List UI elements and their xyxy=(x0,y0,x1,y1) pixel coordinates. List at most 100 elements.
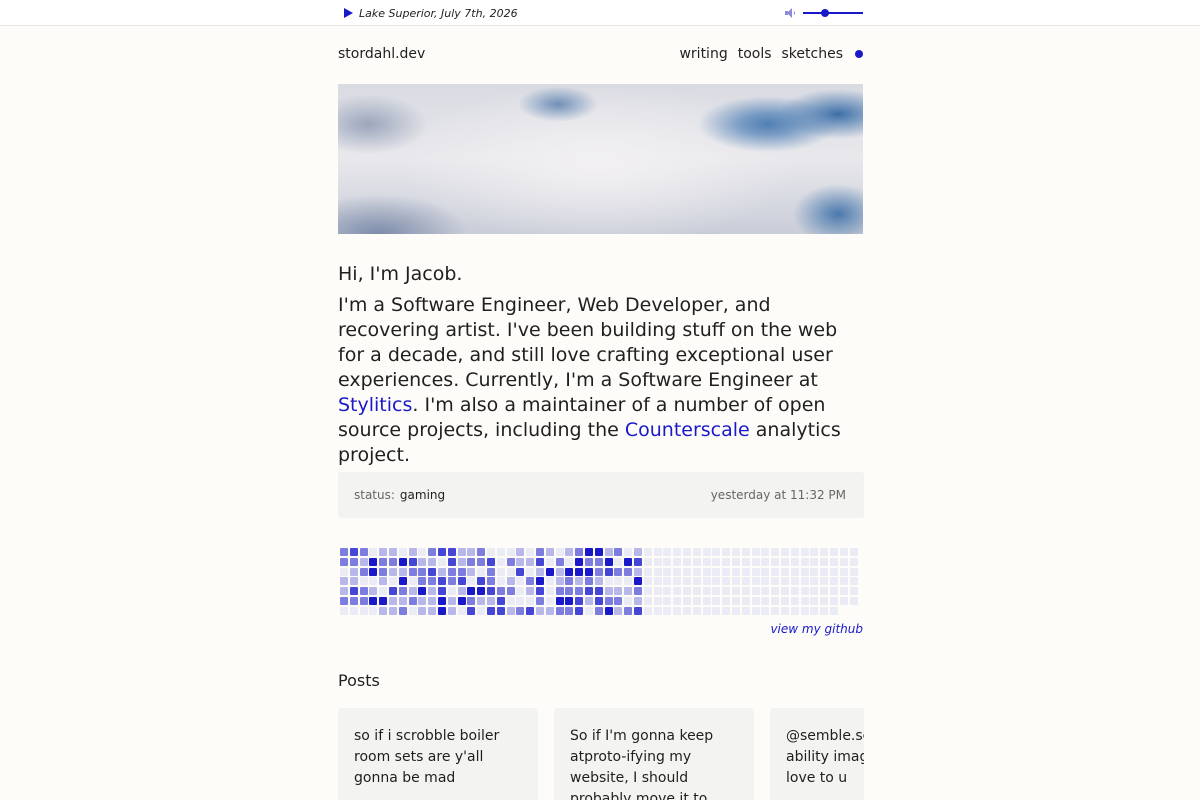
contribution-cell xyxy=(379,587,387,595)
contribution-cell xyxy=(801,548,809,556)
post-card[interactable]: So if I'm gonna keep atproto-ifying my w… xyxy=(554,708,754,800)
contribution-cell xyxy=(683,597,691,605)
contribution-cell xyxy=(556,577,564,585)
contribution-cell xyxy=(350,587,358,595)
contribution-cell xyxy=(693,587,701,595)
contribution-cell xyxy=(850,568,858,576)
contribution-cell xyxy=(340,568,348,576)
contribution-cell xyxy=(507,577,515,585)
contribution-cell xyxy=(428,577,436,585)
contribution-cell xyxy=(477,548,485,556)
track-info: Lake Superior, July 7th, 2026 xyxy=(338,7,518,20)
contribution-cell xyxy=(428,568,436,576)
contribution-cell xyxy=(654,577,662,585)
contribution-cell xyxy=(693,597,701,605)
contribution-cell xyxy=(360,577,368,585)
contribution-cell xyxy=(409,558,417,566)
contribution-cell xyxy=(585,558,593,566)
contribution-cell xyxy=(448,607,456,615)
volume-slider[interactable] xyxy=(803,8,863,18)
contribution-cell xyxy=(565,597,573,605)
volume-icon[interactable] xyxy=(785,8,797,18)
contribution-cell xyxy=(487,607,495,615)
volume-slider-knob[interactable] xyxy=(821,9,829,17)
contribution-cell xyxy=(507,558,515,566)
contribution-cell xyxy=(771,577,779,585)
contribution-cell xyxy=(820,558,828,566)
contribution-cell xyxy=(634,568,642,576)
contribution-cell xyxy=(830,587,838,595)
contribution-cell xyxy=(409,548,417,556)
contribution-cell xyxy=(340,597,348,605)
contribution-cell xyxy=(732,558,740,566)
contribution-cell xyxy=(830,597,838,605)
contribution-cell xyxy=(497,587,505,595)
contribution-cell xyxy=(703,548,711,556)
contribution-cell xyxy=(595,558,603,566)
theme-dot-icon[interactable] xyxy=(855,50,863,58)
contribution-cell xyxy=(507,568,515,576)
nav-link-writing[interactable]: writing xyxy=(679,46,727,62)
contribution-cell xyxy=(428,597,436,605)
contribution-cell xyxy=(438,577,446,585)
github-link[interactable]: view my github xyxy=(700,622,863,636)
contribution-cell xyxy=(683,607,691,615)
contribution-cell xyxy=(497,577,505,585)
contribution-cell xyxy=(781,558,789,566)
contribution-cell xyxy=(497,568,505,576)
contribution-cell xyxy=(742,607,750,615)
contribution-cell xyxy=(575,558,583,566)
contribution-cell xyxy=(438,587,446,595)
posts-carousel: so if i scrobble boiler room sets are y'… xyxy=(338,708,864,800)
play-icon[interactable] xyxy=(344,8,353,18)
nav-link-sketches[interactable]: sketches xyxy=(782,46,843,62)
contribution-cell xyxy=(448,577,456,585)
contribution-cell xyxy=(752,597,760,605)
contribution-cell xyxy=(850,558,858,566)
contribution-cell xyxy=(781,597,789,605)
contribution-cell xyxy=(614,548,622,556)
contribution-cell xyxy=(761,558,769,566)
contribution-cell xyxy=(742,577,750,585)
contribution-cell xyxy=(663,607,671,615)
contribution-cell xyxy=(595,577,603,585)
contribution-cell xyxy=(389,548,397,556)
contribution-cell xyxy=(487,558,495,566)
contribution-cell xyxy=(673,548,681,556)
contribution-cell xyxy=(369,548,377,556)
contribution-cell xyxy=(752,587,760,595)
contribution-cell xyxy=(507,607,515,615)
status-time: yesterday at 11:32 PM xyxy=(710,488,846,502)
contribution-cell xyxy=(663,587,671,595)
nav-link-tools[interactable]: tools xyxy=(738,46,772,62)
contribution-cell xyxy=(742,568,750,576)
contribution-cell xyxy=(399,597,407,605)
contribution-cell xyxy=(830,607,838,615)
contribution-cell xyxy=(722,587,730,595)
main-nav: writing tools sketches xyxy=(679,46,863,62)
contribution-cell xyxy=(712,607,720,615)
contribution-cell xyxy=(467,558,475,566)
contribution-cell xyxy=(722,548,730,556)
counterscale-link[interactable]: Counterscale xyxy=(625,419,750,441)
stylitics-link[interactable]: Stylitics xyxy=(338,394,412,416)
contribution-cell xyxy=(565,607,573,615)
post-card[interactable]: @semble.so add the ability image file up… xyxy=(770,708,864,800)
post-card[interactable]: so if i scrobble boiler room sets are y'… xyxy=(338,708,538,800)
contribution-cell xyxy=(438,558,446,566)
contribution-cell xyxy=(605,577,613,585)
contribution-cell xyxy=(575,607,583,615)
contribution-cell xyxy=(575,568,583,576)
site-name[interactable]: stordahl.dev xyxy=(338,46,425,62)
contribution-cell xyxy=(781,607,789,615)
contribution-cell xyxy=(516,587,524,595)
contribution-cell xyxy=(654,568,662,576)
contribution-cell xyxy=(673,568,681,576)
contribution-cell xyxy=(673,587,681,595)
contribution-cell xyxy=(840,568,848,576)
contribution-cell xyxy=(585,548,593,556)
contribution-cell xyxy=(399,558,407,566)
volume-slider-rail[interactable] xyxy=(803,12,863,14)
contribution-cell xyxy=(614,597,622,605)
contribution-cell xyxy=(820,568,828,576)
